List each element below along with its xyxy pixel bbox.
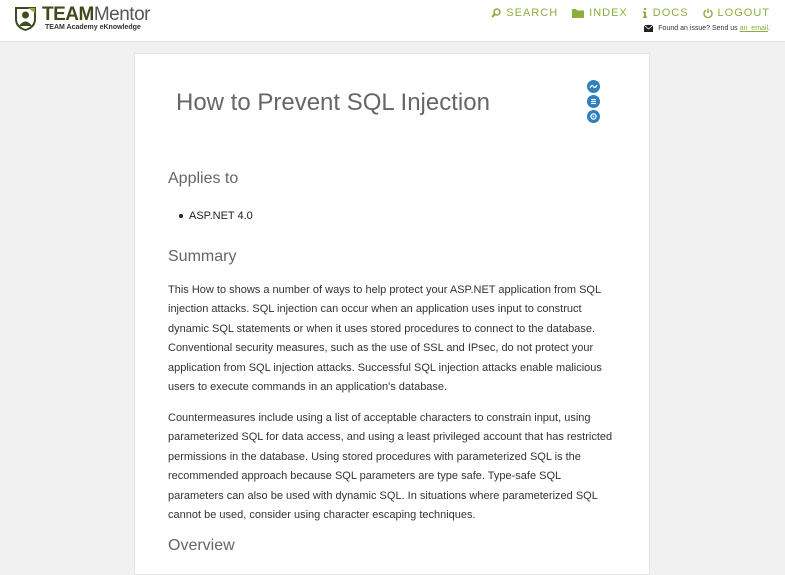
summary-paragraph-1: This How to shows a number of ways to he… [168,284,602,394]
logo-tagline: TEAM Academy eKnowledge [45,24,141,31]
envelope-icon [644,25,654,32]
top-bar: TEAMMentor TEAM Academy eKnowledge SEARC… [0,0,785,42]
issue-report: Found an issue? Send us an_email. [644,25,770,32]
logo-icon [15,7,36,31]
nav-docs[interactable]: DOCS [642,6,689,20]
issue-end: . [768,25,770,32]
article-content: Applies to ASP.NET 4.0 Summary This How … [168,170,618,554]
info-icon [642,8,647,18]
article-card: How to Prevent SQL Injection Applies to … [134,53,650,575]
applies-heading: Applies to [168,170,239,187]
top-nav: SEARCH INDEX DOCS LOGOUT [491,6,770,20]
nav-search-label: SEARCH [506,7,559,19]
summary-heading: Summary [168,248,237,265]
list-item: ASP.NET 4.0 [168,210,618,222]
applies-list: ASP.NET 4.0 [168,210,618,222]
folder-icon [572,9,585,18]
nav-index-label: INDEX [589,7,628,19]
search-icon [491,8,502,18]
issue-text: Found an issue? Send us [658,25,738,32]
summary-paragraph-2: Countermeasures include using a list of … [168,412,613,522]
issue-email-link[interactable]: an_email [740,25,768,32]
power-icon [702,8,713,18]
nav-logout[interactable]: LOGOUT [702,6,770,20]
logo-mentor: Mentor [93,4,151,25]
logo-team: TEAM [42,4,94,25]
nav-docs-label: DOCS [652,7,689,19]
overview-heading: Overview [168,537,235,554]
article-actions [587,80,601,125]
article-title: How to Prevent SQL Injection [176,89,490,116]
list-icon[interactable] [587,95,600,108]
logo-wordmark: TEAMMentor [42,4,150,26]
nav-logout-label: LOGOUT [717,7,770,19]
nav-index[interactable]: INDEX [572,6,628,20]
settings-icon[interactable] [587,110,600,123]
nav-search[interactable]: SEARCH [491,6,558,20]
share-icon[interactable] [587,80,600,93]
